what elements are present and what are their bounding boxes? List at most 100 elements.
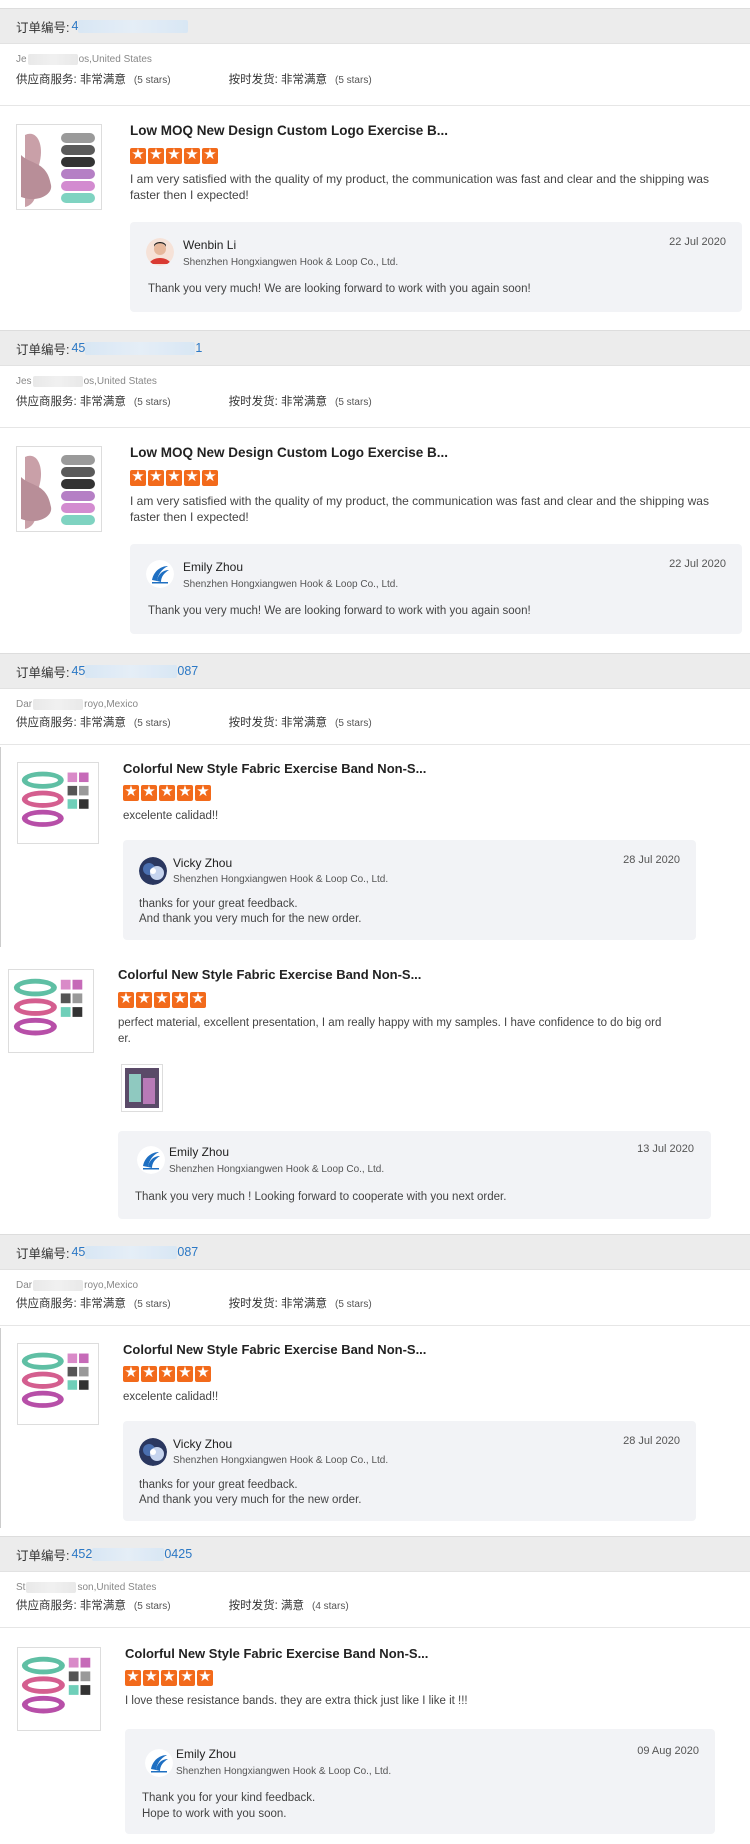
star-icon — [195, 1364, 211, 1382]
seller-reply: Emily Zhou Shenzhen Hongxiangwen Hook & … — [125, 1729, 715, 1834]
reply-company: Shenzhen Hongxiangwen Hook & Loop Co., L… — [173, 874, 389, 885]
star-icon — [130, 468, 146, 486]
star-icon — [159, 783, 175, 801]
reply-text: Hope to work with you soon. — [142, 1808, 287, 1820]
reply-text: thanks for your great feedback. — [139, 1479, 298, 1491]
product-thumbnail[interactable] — [16, 124, 102, 210]
order-header: 订单编号: 4 — [0, 8, 750, 44]
product-title[interactable]: Colorful New Style Fabric Exercise Band … — [125, 1646, 428, 1661]
review-text: er. — [118, 1033, 131, 1045]
reply-author: Emily Zhou — [183, 560, 244, 574]
order-number-link[interactable]: 45 087 — [71, 664, 198, 679]
order-block: 订单编号: 4 Je os,United States 供应商服务: 非常满意 (5… — [0, 8, 750, 106]
star-icon — [202, 468, 218, 486]
buyer-info: Je os,United States 供应商服务: 非常满意 (5 stars) … — [0, 44, 750, 106]
star-icon — [148, 468, 164, 486]
product-title[interactable]: Colorful New Style Fabric Exercise Band … — [123, 761, 426, 776]
order-block: 订单编号: 45 087 Dar royo,Mexico 供应商服务: 非常满意 (5… — [0, 1234, 750, 1326]
star-icon — [166, 468, 182, 486]
star-icon — [177, 1364, 193, 1382]
seller-reply: Vicky Zhou Shenzhen Hongxiangwen Hook & … — [123, 840, 696, 940]
product-thumbnail[interactable] — [17, 1647, 101, 1731]
star-icon — [179, 1668, 195, 1686]
review-stars — [125, 1668, 213, 1686]
reply-text: And thank you very much for the new orde… — [139, 1494, 362, 1506]
reply-author: Emily Zhou — [169, 1145, 230, 1159]
avatar — [146, 560, 174, 588]
star-icon — [177, 783, 193, 801]
product-thumbnail[interactable] — [17, 762, 99, 844]
avatar — [145, 1749, 173, 1777]
order-header: 订单编号: 45 087 — [0, 1234, 750, 1270]
review-stars — [130, 146, 218, 164]
reply-company: Shenzhen Hongxiangwen Hook & Loop Co., L… — [183, 579, 399, 590]
star-icon — [202, 146, 218, 164]
reply-author: Wenbin Li — [183, 238, 237, 252]
star-icon — [136, 990, 152, 1008]
star-icon — [123, 783, 139, 801]
reply-date: 09 Aug 2020 — [637, 1745, 699, 1757]
review-text: excelente calidad!! — [123, 1391, 219, 1403]
reply-author: Emily Zhou — [176, 1747, 237, 1761]
reply-text: And thank you very much for the new orde… — [139, 913, 362, 925]
review-stars — [123, 783, 211, 801]
star-icon — [125, 1668, 141, 1686]
order-number-link[interactable]: 452 0425 — [71, 1547, 192, 1562]
buyer-info: St son,United States 供应商服务: 非常满意 (5 stars)… — [0, 1572, 750, 1628]
star-icon — [197, 1668, 213, 1686]
order-number-link[interactable]: 45 1 — [71, 341, 202, 356]
reply-date: 28 Jul 2020 — [623, 1435, 680, 1447]
product-title[interactable]: Low MOQ New Design Custom Logo Exercise … — [130, 445, 448, 460]
product-thumbnail[interactable] — [17, 1343, 99, 1425]
reply-date: 22 Jul 2020 — [669, 236, 726, 248]
review-stars — [123, 1364, 211, 1382]
review-stars — [118, 990, 206, 1008]
reply-company: Shenzhen Hongxiangwen Hook & Loop Co., L… — [183, 257, 399, 268]
buyer-info: Dar royo,Mexico 供应商服务: 非常满意 (5 stars) 按时发货… — [0, 689, 750, 745]
seller-reply: Emily Zhou Shenzhen Hongxiangwen Hook & … — [118, 1131, 711, 1219]
avatar — [146, 238, 174, 266]
reply-company: Shenzhen Hongxiangwen Hook & Loop Co., L… — [173, 1455, 389, 1466]
order-block: 订单编号: 452 0425 St son,United States 供应商服务:… — [0, 1536, 750, 1628]
star-icon — [159, 1364, 175, 1382]
order-number-link[interactable]: 4 — [71, 19, 189, 34]
order-number-link[interactable]: 45 087 — [71, 1245, 198, 1260]
review-text: I love these resistance bands. they are … — [125, 1695, 468, 1707]
star-icon — [190, 990, 206, 1008]
product-thumbnail[interactable] — [16, 446, 102, 532]
star-icon — [118, 990, 134, 1008]
reply-date: 28 Jul 2020 — [623, 854, 680, 866]
order-header: 订单编号: 45 087 — [0, 653, 750, 689]
product-title[interactable]: Colorful New Style Fabric Exercise Band … — [123, 1342, 426, 1357]
avatar — [137, 1146, 165, 1174]
reply-date: 22 Jul 2020 — [669, 558, 726, 570]
star-icon — [184, 146, 200, 164]
seller-reply: Vicky Zhou Shenzhen Hongxiangwen Hook & … — [123, 1421, 696, 1521]
reply-text: Thank you very much ! Looking forward to… — [135, 1191, 507, 1203]
seller-reply: Emily Zhou Shenzhen Hongxiangwen Hook & … — [130, 544, 742, 634]
order-block: 订单编号: 45 087 Dar royo,Mexico 供应商服务: 非常满意 (5… — [0, 653, 750, 745]
star-icon — [161, 1668, 177, 1686]
reply-text: thanks for your great feedback. — [139, 898, 298, 910]
review-text: I am very satisfied with the quality of … — [130, 172, 709, 202]
reply-text: Thank you very much! We are looking forw… — [148, 605, 531, 617]
product-title[interactable]: Colorful New Style Fabric Exercise Band … — [118, 967, 421, 982]
avatar — [139, 1438, 167, 1466]
star-icon — [148, 146, 164, 164]
star-icon — [143, 1668, 159, 1686]
review-stars — [130, 468, 218, 486]
product-title[interactable]: Low MOQ New Design Custom Logo Exercise … — [130, 123, 448, 138]
order-header: 订单编号: 45 1 — [0, 330, 750, 366]
review-text: excelente calidad!! — [123, 810, 219, 822]
product-thumbnail[interactable] — [8, 969, 94, 1053]
star-icon — [141, 1364, 157, 1382]
star-icon — [141, 783, 157, 801]
reply-text: Thank you very much! We are looking forw… — [148, 283, 531, 295]
review-text: perfect material, excellent presentation… — [118, 1017, 662, 1029]
review-text: I am very satisfied with the quality of … — [130, 494, 709, 524]
buyer-info: Dar royo,Mexico 供应商服务: 非常满意 (5 stars) 按时发货… — [0, 1270, 750, 1326]
review-photo[interactable] — [121, 1064, 163, 1112]
star-icon — [123, 1364, 139, 1382]
buyer-info: Jes os,United States 供应商服务: 非常满意 (5 stars)… — [0, 366, 750, 428]
reply-company: Shenzhen Hongxiangwen Hook & Loop Co., L… — [176, 1766, 392, 1777]
